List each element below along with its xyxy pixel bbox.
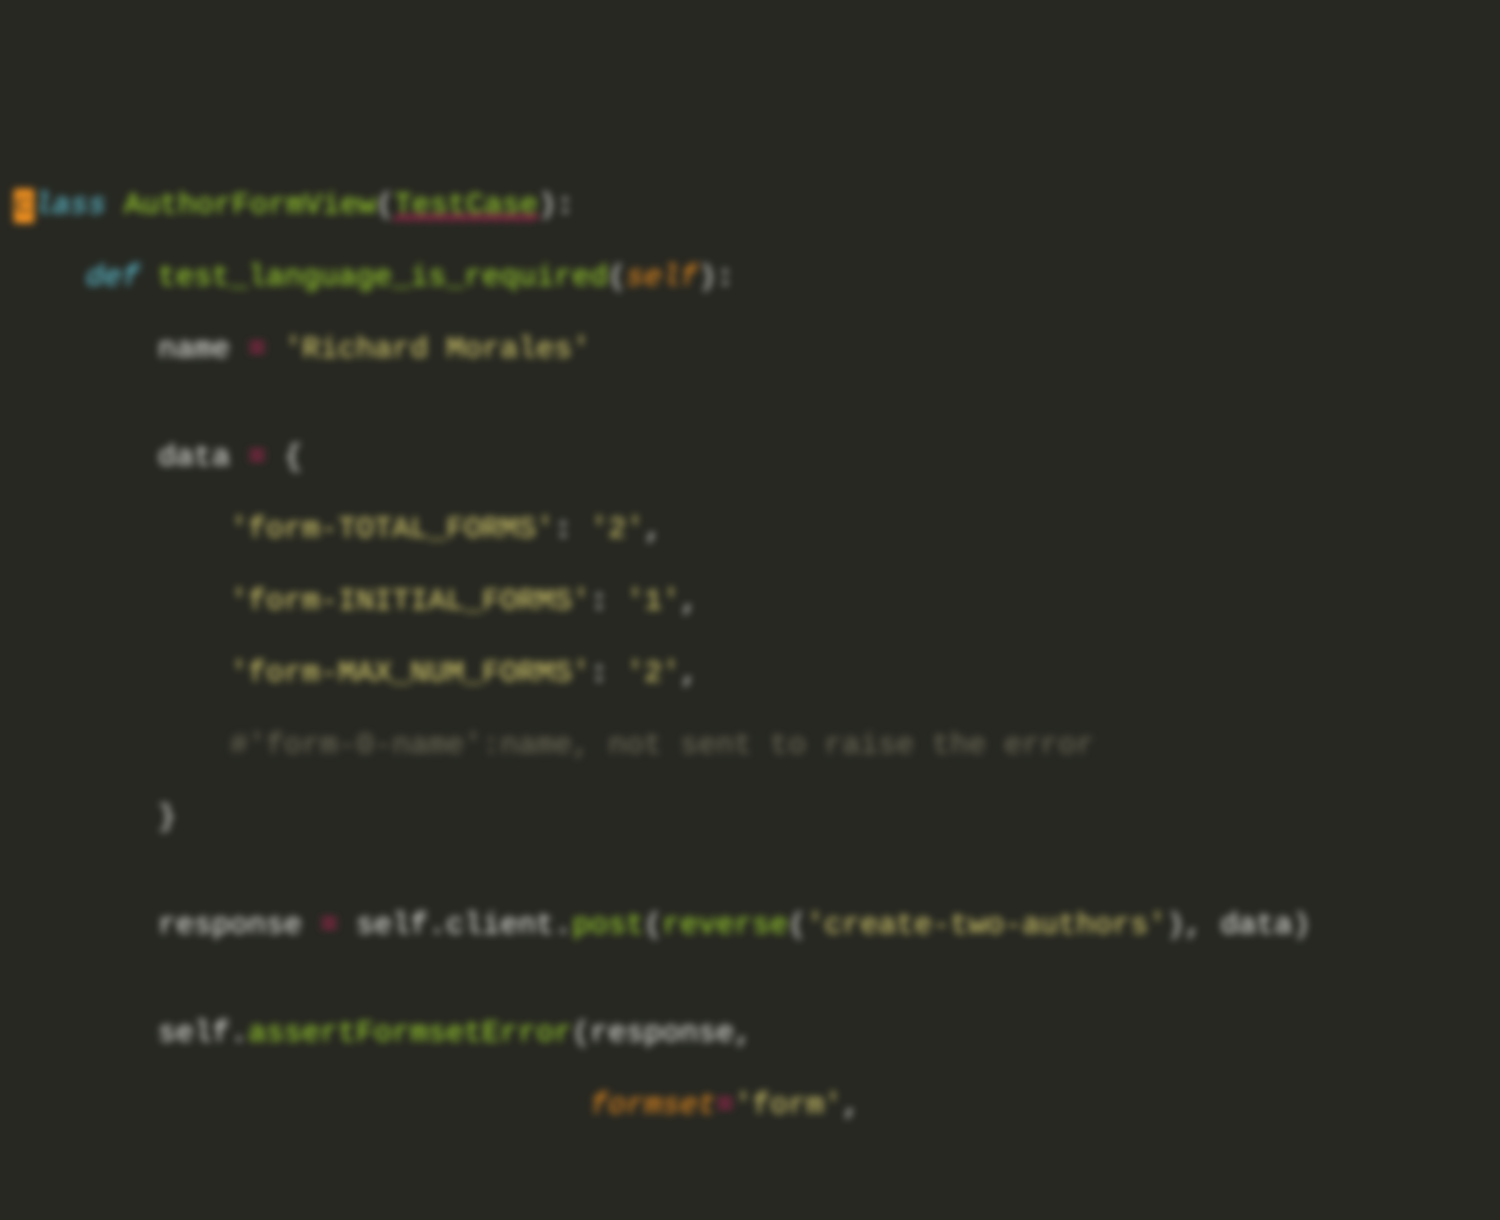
- string: 'form': [734, 1089, 842, 1123]
- string: 'Richard Morales': [284, 333, 590, 367]
- param: self: [626, 261, 698, 295]
- function-call: reverse: [662, 909, 788, 943]
- code-line: }: [14, 800, 1486, 836]
- operator: =: [248, 441, 266, 475]
- code-line: formset='form',: [14, 1088, 1486, 1124]
- dict-value: '1': [626, 585, 680, 619]
- function-name: test_language_is_required: [158, 261, 608, 295]
- dict-value: '2': [626, 657, 680, 691]
- code-line: 'form-MAX_NUM_FORMS': '2',: [14, 656, 1486, 692]
- code-line: 'form-INITIAL_FORMS': '1',: [14, 584, 1486, 620]
- method: post: [572, 909, 644, 943]
- class-name: AuthorFormView: [124, 189, 376, 223]
- dict-key: 'form-INITIAL_FORMS': [230, 585, 590, 619]
- code-line: self.assertFormsetError(response,: [14, 1016, 1486, 1052]
- base-class: TestCase: [394, 189, 538, 223]
- kwarg: formset: [590, 1089, 716, 1123]
- variable: name: [158, 333, 230, 367]
- keyword: lass: [34, 189, 106, 223]
- variable: response: [158, 909, 302, 943]
- operator: =: [248, 333, 266, 367]
- comment: #'form-0-name':name, not sent to raise t…: [230, 729, 1094, 763]
- code-line: response = self.client.post(reverse('cre…: [14, 908, 1486, 944]
- string: 'create-two-authors': [806, 909, 1166, 943]
- code-line: 'form-TOTAL_FORMS': '2',: [14, 512, 1486, 548]
- dict-value: '2': [590, 513, 644, 547]
- code-line: data = {: [14, 440, 1486, 476]
- code-line: class AuthorFormView(TestCase):: [14, 188, 1486, 224]
- dict-key: 'form-TOTAL_FORMS': [230, 513, 554, 547]
- dict-key: 'form-MAX_NUM_FORMS': [230, 657, 590, 691]
- variable: data: [158, 441, 230, 475]
- keyword: def: [86, 261, 140, 295]
- operator: =: [320, 909, 338, 943]
- method: assertFormsetError: [248, 1017, 572, 1051]
- code-line: name = 'Richard Morales': [14, 332, 1486, 368]
- code-line: #'form-0-name':name, not sent to raise t…: [14, 728, 1486, 764]
- text-cursor: c: [14, 189, 34, 223]
- code-editor[interactable]: class AuthorFormView(TestCase): def test…: [14, 152, 1486, 1160]
- code-line: def test_language_is_required(self):: [14, 260, 1486, 296]
